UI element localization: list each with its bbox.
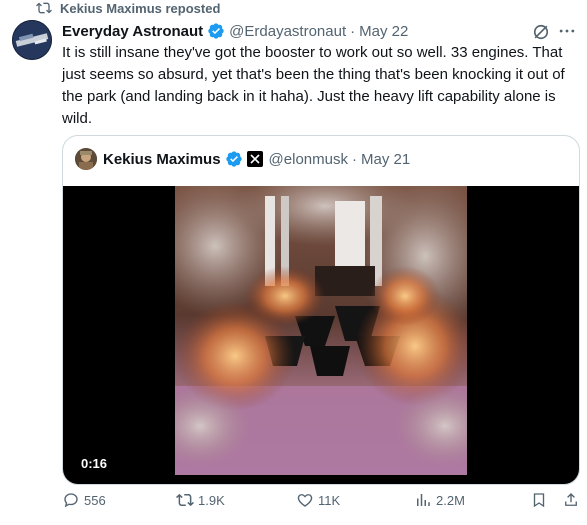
quoted-author-avatar [75, 148, 97, 170]
action-bar: 556 1.9K 11K 2.2M [62, 488, 580, 512]
quoted-author-handle: @elonmusk [268, 150, 348, 168]
heart-icon [297, 494, 313, 507]
repost-button[interactable]: 1.9K [176, 488, 225, 512]
tweet-header: Everyday Astronaut @Erdayastronaut · May… [62, 21, 577, 41]
quoted-author-name: Kekius Maximus [103, 150, 221, 168]
author-avatar[interactable] [12, 20, 52, 60]
tweet-text: It is still insane they've got the boost… [62, 44, 565, 127]
x-affiliate-icon [246, 151, 263, 167]
quoted-tweet-date: May 21 [360, 150, 411, 168]
quoted-tweet-header: Kekius Maximus @elonmusk · May 21 [75, 148, 410, 170]
more-icon[interactable] [557, 21, 577, 41]
repost-text: Kekius Maximus reposted [60, 0, 221, 16]
views-count: 2.2M [436, 492, 465, 508]
like-count: 11K [318, 492, 341, 508]
repost-icon [176, 493, 194, 507]
reply-icon [64, 493, 78, 508]
share-icon [565, 493, 577, 506]
dot-separator: · [350, 22, 356, 40]
views-button[interactable]: 2.2M [414, 488, 465, 512]
analytics-icon [417, 494, 430, 506]
like-button[interactable]: 11K [296, 488, 340, 512]
repost-icon [36, 2, 52, 14]
video-frame [175, 186, 467, 475]
reply-count: 556 [84, 492, 106, 508]
dot-separator: · [351, 150, 357, 168]
verified-badge-icon [208, 23, 224, 39]
author-name[interactable]: Everyday Astronaut [62, 23, 203, 40]
video-player[interactable]: 0:16 [63, 186, 579, 484]
bookmark-button[interactable] [530, 488, 548, 512]
repost-count: 1.9K [198, 492, 225, 508]
bookmark-icon [533, 493, 545, 508]
grok-icon[interactable] [531, 22, 551, 42]
tweet-date[interactable]: May 22 [359, 23, 408, 40]
share-button[interactable] [562, 488, 580, 512]
quoted-tweet-card[interactable]: Kekius Maximus @elonmusk · May 21 0:16 [62, 135, 580, 485]
repost-indicator[interactable]: Kekius Maximus reposted [36, 0, 220, 16]
author-handle[interactable]: @Erdayastronaut [229, 23, 346, 40]
video-timestamp: 0:16 [75, 454, 114, 473]
verified-badge-icon [225, 151, 242, 167]
reply-button[interactable]: 556 [62, 488, 106, 512]
